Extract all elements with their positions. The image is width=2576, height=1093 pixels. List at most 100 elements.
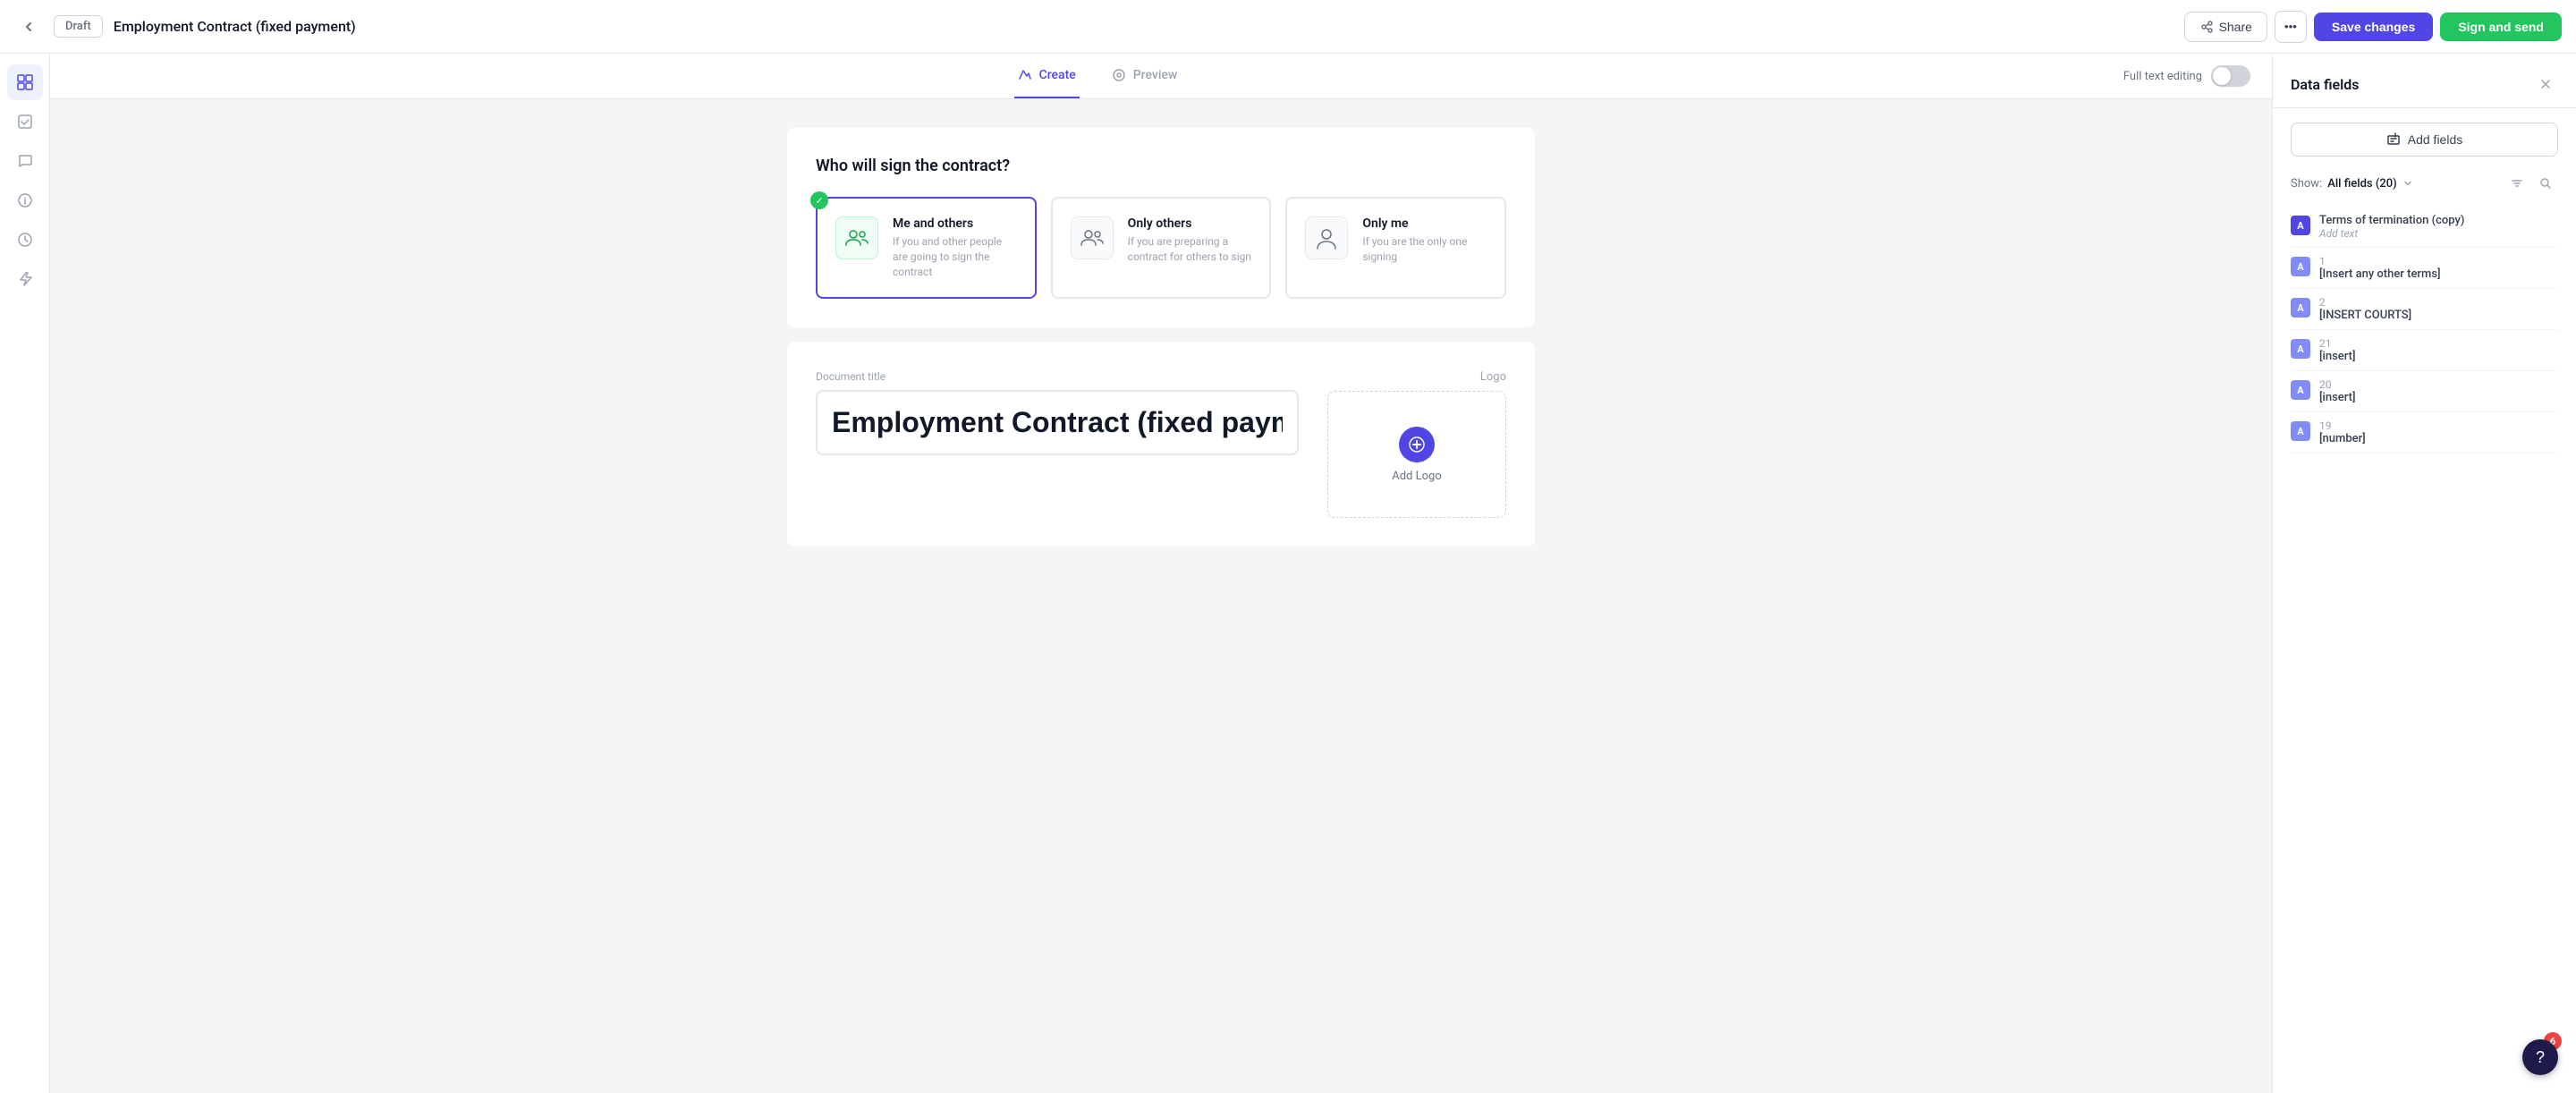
logo-placeholder[interactable]: Add Logo <box>1328 392 1505 517</box>
field-name[interactable]: [insert] <box>2319 350 2558 363</box>
me-and-others-icon <box>835 216 878 259</box>
field-name[interactable]: [insert] <box>2319 391 2558 404</box>
sign-and-send-button[interactable]: Sign and send <box>2440 13 2562 41</box>
tab-create[interactable]: Create <box>1014 54 1080 98</box>
field-content: 1 [Insert any other terms] <box>2319 255 2558 281</box>
filter-search-button[interactable] <box>2533 171 2558 196</box>
logo-label: Logo <box>1327 370 1506 384</box>
filter-icons <box>2504 171 2558 196</box>
only-me-icon <box>1305 216 1348 259</box>
signing-option-me-and-others[interactable]: ✓ Me and others If you and other pe <box>816 197 1037 299</box>
document-right-column: Logo Add Logo <box>1327 370 1506 518</box>
share-label: Share <box>2219 20 2252 34</box>
field-number: 1 <box>2319 255 2558 267</box>
only-others-label: Only others <box>1128 216 1252 231</box>
field-placeholder-text: Add text <box>2319 227 2558 240</box>
only-me-label: Only me <box>1362 216 1487 231</box>
field-content: 19 [number] <box>2319 419 2558 445</box>
field-name[interactable]: [INSERT COURTS] <box>2319 309 2558 322</box>
topbar-actions: Share ••• Save changes Sign and send <box>2184 11 2562 43</box>
save-changes-button[interactable]: Save changes <box>2314 13 2433 41</box>
only-others-description: If you are preparing a contract for othe… <box>1128 234 1252 265</box>
tab-bar-inner: Create Preview <box>72 54 2123 98</box>
field-item: A Terms of termination (copy) Add text <box>2291 207 2558 248</box>
field-content: 2 [INSERT COURTS] <box>2319 296 2558 322</box>
signing-options: ✓ Me and others If you and other pe <box>816 197 1506 299</box>
signing-title: Who will sign the contract? <box>816 157 1506 175</box>
sidebar-icons <box>0 54 50 1093</box>
field-name[interactable]: [Insert any other terms] <box>2319 267 2558 281</box>
sidebar-item-check[interactable] <box>7 104 43 140</box>
document-title-label: Document title <box>816 370 1299 383</box>
field-content: 21 [insert] <box>2319 337 2558 363</box>
only-others-icon <box>1071 216 1114 259</box>
sidebar-item-lightning[interactable] <box>7 261 43 297</box>
chevron-down-icon <box>2402 178 2413 189</box>
field-item: A 1 [Insert any other terms] <box>2291 248 2558 289</box>
topbar: Draft Employment Contract (fixed payment… <box>0 0 2576 54</box>
filter-sort-button[interactable] <box>2504 171 2529 196</box>
show-label: Show: <box>2291 177 2322 191</box>
field-type-icon: A <box>2291 339 2310 359</box>
field-content: 20 [insert] <box>2319 378 2558 404</box>
document-title: Employment Contract (fixed payment) <box>114 18 2174 35</box>
sidebar-item-history[interactable] <box>7 222 43 258</box>
add-fields-label: Add fields <box>2408 132 2462 147</box>
field-name[interactable]: [number] <box>2319 432 2558 445</box>
field-number: 20 <box>2319 378 2558 391</box>
add-logo-label: Add Logo <box>1392 470 1442 483</box>
field-type-icon: A <box>2291 257 2310 276</box>
document-section: Document title Logo <box>787 342 1535 546</box>
more-icon: ••• <box>2284 20 2297 33</box>
signing-section: Who will sign the contract? ✓ <box>787 128 1535 327</box>
panel-title: Data fields <box>2291 76 2360 93</box>
document-title-input[interactable] <box>816 390 1299 455</box>
field-item: A 21 [insert] <box>2291 330 2558 371</box>
field-number: 21 <box>2319 337 2558 350</box>
sidebar-item-chat[interactable] <box>7 143 43 179</box>
more-options-button[interactable]: ••• <box>2275 11 2307 43</box>
field-list: A Terms of termination (copy) Add text A… <box>2291 207 2558 453</box>
sidebar-item-info[interactable] <box>7 182 43 218</box>
signing-option-only-me[interactable]: Only me If you are the only one signing <box>1285 197 1506 299</box>
logo-section: Add Logo <box>1327 391 1506 518</box>
field-type-icon: A <box>2291 298 2310 318</box>
document-section-row: Document title Logo <box>816 370 1506 518</box>
filter-value[interactable]: All fields (20) <box>2327 177 2396 191</box>
panel-body: Add fields Show: All fields (20) <box>2273 108 2576 1093</box>
help-icon: ? <box>2536 1048 2545 1067</box>
field-item: A 2 [INSERT COURTS] <box>2291 289 2558 330</box>
only-others-text: Only others If you are preparing a contr… <box>1128 216 1252 265</box>
data-fields-panel: Data fields Add fields Show: All fi <box>2272 54 2576 1093</box>
field-item: A 19 [number] <box>2291 412 2558 453</box>
tab-preview[interactable]: Preview <box>1108 54 1182 98</box>
field-type-icon: A <box>2291 421 2310 441</box>
signing-option-only-others[interactable]: Only others If you are preparing a contr… <box>1051 197 1272 299</box>
main-layout: Create Preview Full text editing <box>0 54 2576 1093</box>
only-me-description: If you are the only one signing <box>1362 234 1487 265</box>
logo-upload-icon <box>1399 427 1435 462</box>
back-button[interactable] <box>14 13 43 41</box>
help-button[interactable]: ? <box>2522 1039 2558 1075</box>
document-content: Who will sign the contract? ✓ <box>758 99 1563 575</box>
field-type-icon: A <box>2291 380 2310 400</box>
field-type-icon: A <box>2291 216 2310 235</box>
field-number: 19 <box>2319 419 2558 432</box>
panel-header: Data fields <box>2273 54 2576 108</box>
field-number: 2 <box>2319 296 2558 309</box>
field-name[interactable]: Terms of termination (copy) <box>2319 214 2558 227</box>
full-text-editing-toggle[interactable] <box>2211 65 2250 87</box>
selected-check: ✓ <box>810 191 828 209</box>
me-and-others-text: Me and others If you and other people ar… <box>893 216 1017 279</box>
share-button[interactable]: Share <box>2184 12 2267 42</box>
panel-close-button[interactable] <box>2533 72 2558 97</box>
document-left-column: Document title <box>816 370 1299 455</box>
toggle-thumb <box>2213 67 2231 85</box>
tab-preview-label: Preview <box>1133 68 1178 82</box>
content-area: Create Preview Full text editing <box>50 54 2272 1093</box>
sidebar-item-layout[interactable] <box>7 64 43 100</box>
tab-create-label: Create <box>1039 68 1076 82</box>
full-text-editing-label: Full text editing <box>2123 70 2202 83</box>
add-fields-button[interactable]: Add fields <box>2291 123 2558 157</box>
tab-bar: Create Preview Full text editing <box>50 54 2272 99</box>
